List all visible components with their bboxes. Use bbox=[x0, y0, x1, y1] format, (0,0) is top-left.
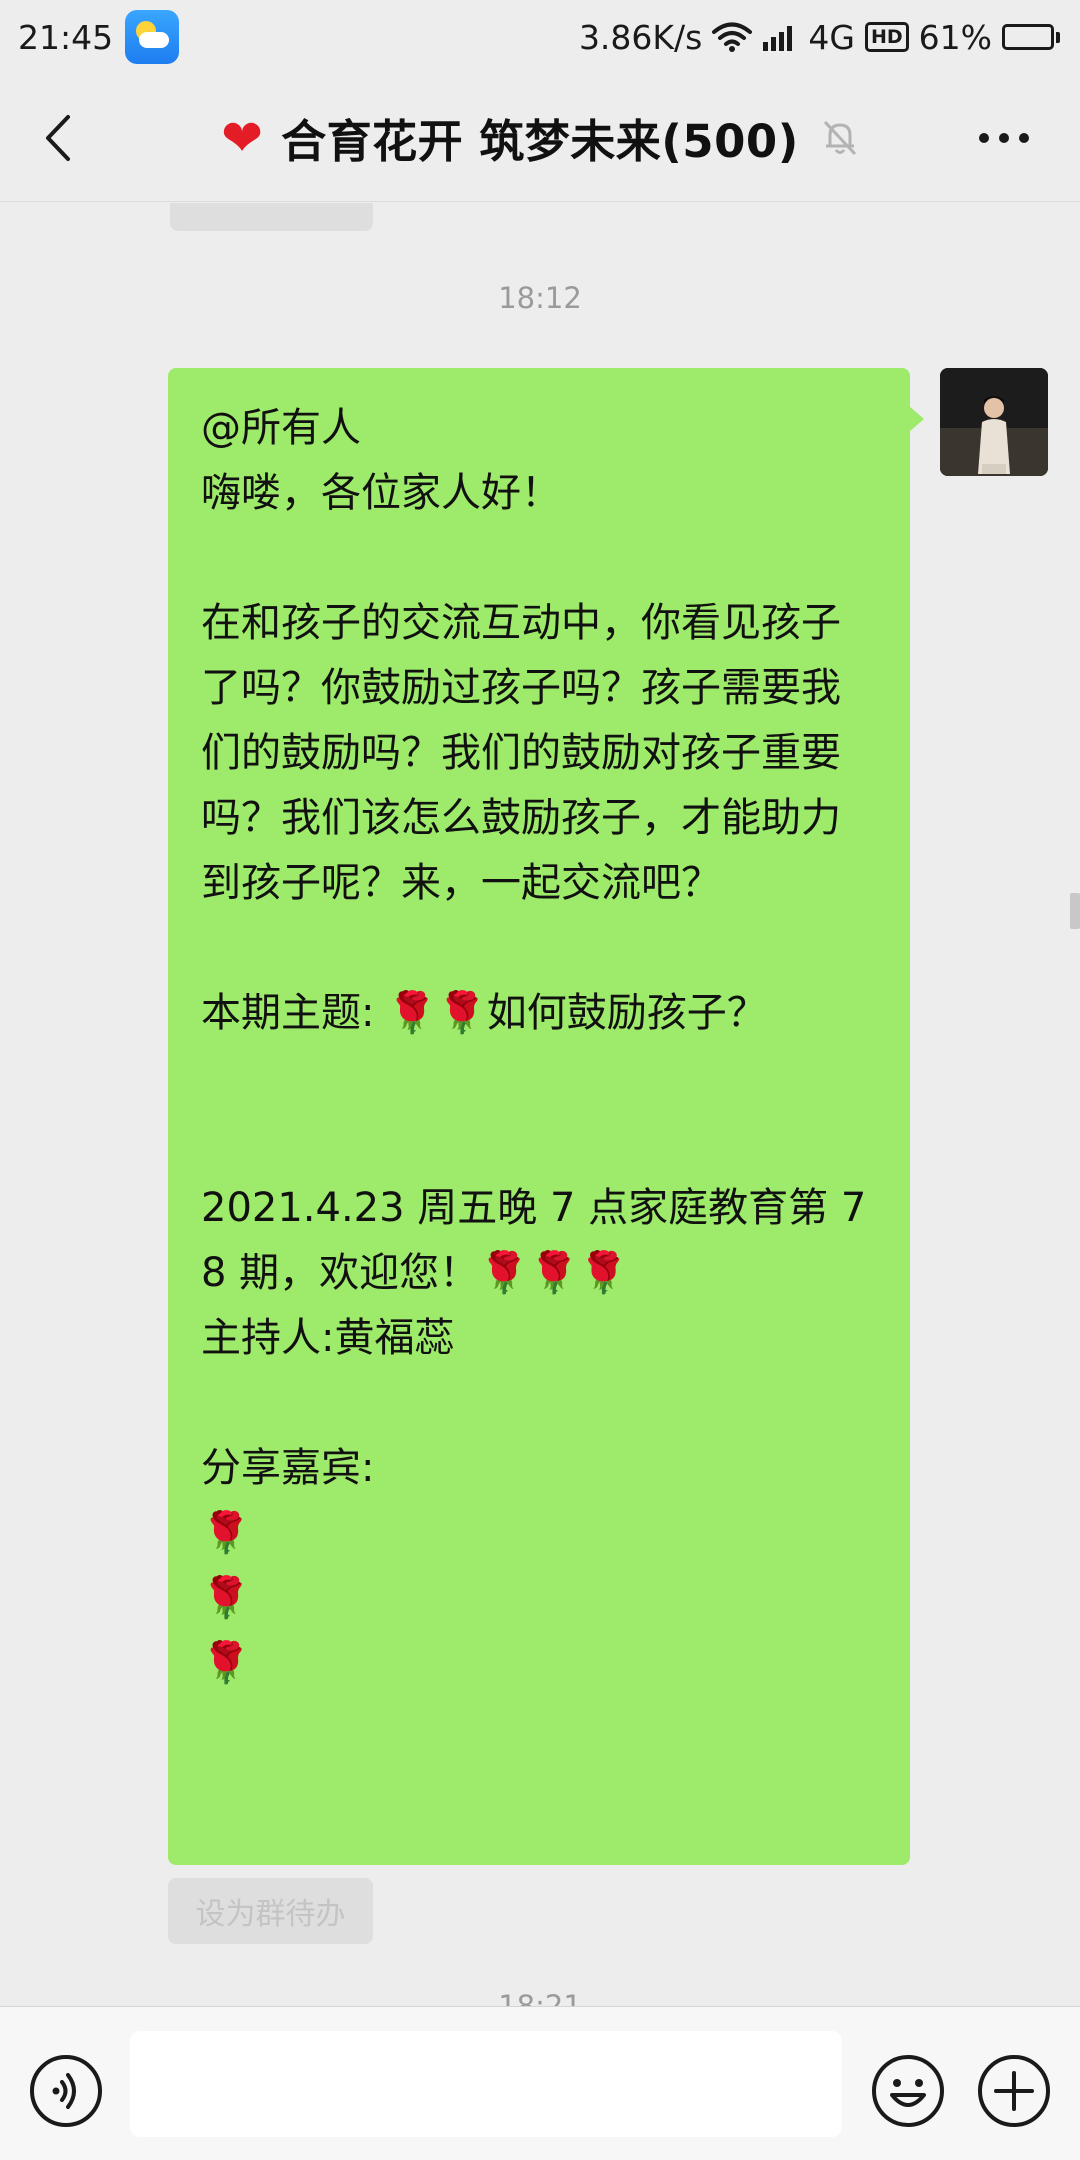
battery-icon bbox=[1002, 24, 1060, 50]
previous-todo-button[interactable] bbox=[170, 203, 373, 231]
chat-title: 合育花开 筑梦未来(500) bbox=[281, 115, 799, 168]
net-speed: 3.86K/s bbox=[578, 17, 703, 57]
message-list[interactable]: 18:12 @所有人 嗨喽，各位家人好！ 在和孩子的交流互动中，你看见孩子了吗？… bbox=[0, 203, 1080, 2006]
chat-header: ❤ 合育花开 筑梦未来(500) bbox=[0, 74, 1080, 202]
network-type: 4G bbox=[808, 17, 855, 57]
heart-icon: ❤ bbox=[221, 108, 264, 167]
status-bar: 21:45 3.86K/s 4G HD 61% bbox=[0, 0, 1080, 74]
more-button[interactable] bbox=[968, 104, 1040, 172]
battery-percent: 61% bbox=[918, 17, 992, 57]
input-bar bbox=[0, 2006, 1080, 2160]
message-timestamp-2: 18:21 bbox=[498, 1989, 582, 2006]
avatar[interactable] bbox=[940, 368, 1048, 476]
voice-icon bbox=[30, 2055, 102, 2127]
emoji-button[interactable] bbox=[870, 2053, 946, 2129]
back-button[interactable] bbox=[28, 104, 88, 172]
status-left: 21:45 bbox=[18, 10, 180, 64]
scrollbar[interactable] bbox=[1070, 893, 1080, 929]
hd-icon: HD bbox=[864, 22, 909, 52]
wifi-icon bbox=[712, 21, 753, 53]
chat-screen: 21:45 3.86K/s 4G HD 61% ❤ 合育花开 筑梦未来(500)… bbox=[0, 0, 1080, 2160]
message-bubble[interactable]: @所有人 嗨喽，各位家人好！ 在和孩子的交流互动中，你看见孩子了吗？你鼓励过孩子… bbox=[168, 368, 924, 1865]
emoji-icon bbox=[872, 2055, 944, 2127]
message-timestamp: 18:12 bbox=[498, 281, 582, 315]
more-dots-icon bbox=[979, 133, 1029, 143]
signal-icon bbox=[762, 22, 798, 52]
voice-button[interactable] bbox=[28, 2053, 104, 2129]
message-text: @所有人 嗨喽，各位家人好！ 在和孩子的交流互动中，你看见孩子了吗？你鼓励过孩子… bbox=[201, 405, 867, 1686]
message-input[interactable] bbox=[130, 2031, 842, 2137]
weather-icon bbox=[125, 10, 180, 64]
status-right: 3.86K/s 4G HD 61% bbox=[579, 18, 1060, 57]
mute-bell-icon bbox=[821, 118, 859, 158]
plus-button[interactable] bbox=[976, 2053, 1052, 2129]
title-wrap: ❤ 合育花开 筑梦未来(500) bbox=[221, 105, 859, 170]
plus-icon bbox=[978, 2055, 1050, 2127]
status-time: 21:45 bbox=[18, 17, 114, 57]
set-group-todo-button[interactable]: 设为群待办 bbox=[168, 1878, 373, 1944]
back-chevron-icon bbox=[46, 115, 70, 161]
